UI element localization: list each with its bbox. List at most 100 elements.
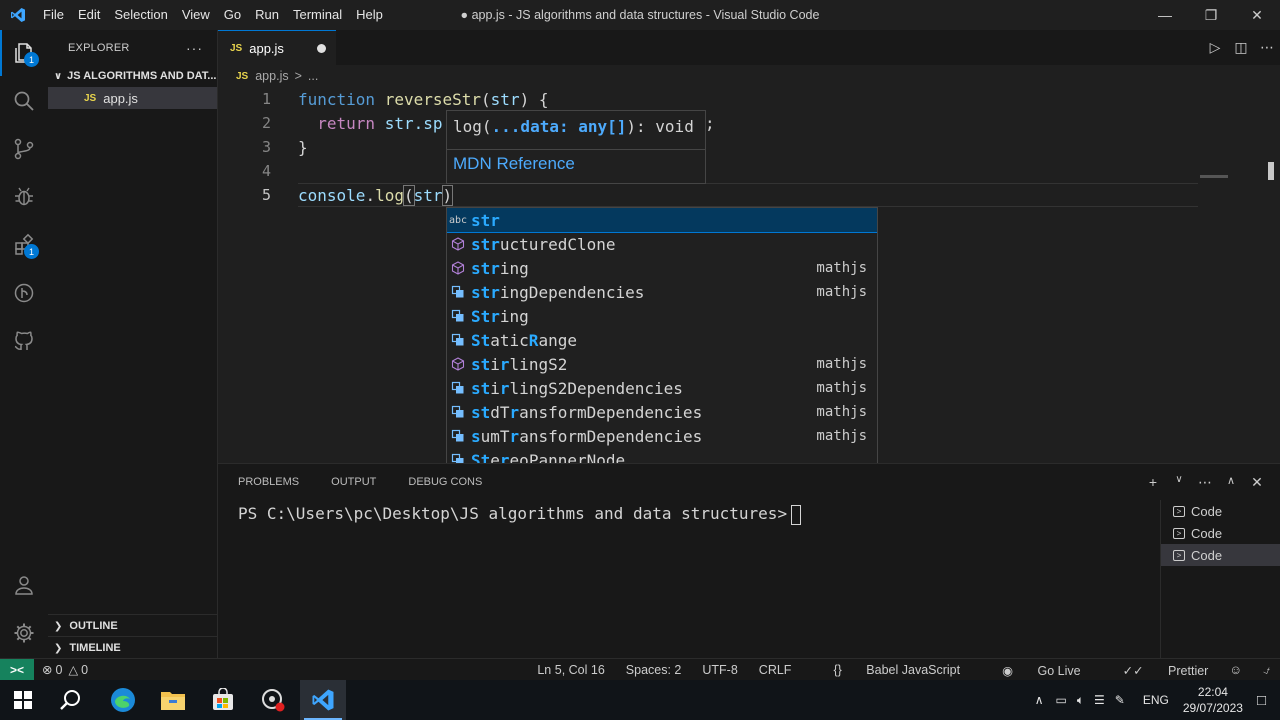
mdn-reference-link[interactable]: MDN Reference (453, 154, 575, 174)
split-editor-icon[interactable]: ◫ (1228, 39, 1254, 56)
panel-actions: + ∨ ⋯ ∧ ✕ (1140, 474, 1270, 491)
suggest-item[interactable]: string mathjs (447, 256, 877, 280)
explorer-icon[interactable]: 1 (0, 30, 48, 76)
breadcrumb-file[interactable]: app.js (255, 69, 288, 83)
chevron-down-icon[interactable]: ∨ (1166, 474, 1192, 491)
edge-browser-icon[interactable] (100, 680, 146, 720)
clock[interactable]: 22:04 29/07/2023 (1183, 684, 1243, 716)
prettier-label: Prettier (1168, 663, 1209, 678)
timeline-section[interactable]: ❯ TIMELINE (48, 636, 218, 659)
timeline-history-icon[interactable] (0, 270, 48, 316)
breadcrumb-more[interactable]: ... (308, 69, 318, 83)
recording-app-icon[interactable] (250, 680, 296, 720)
suggest-item[interactable]: stirlingS2Dependencies mathjs (447, 376, 877, 400)
microsoft-store-icon[interactable] (200, 680, 246, 720)
search-icon[interactable] (0, 78, 48, 124)
suggest-item[interactable]: abc str (447, 208, 877, 233)
language-mode[interactable]: {} Babel JavaScript (812, 663, 960, 677)
windows-start-icon[interactable] (0, 680, 46, 720)
terminal-item[interactable]: > Code (1161, 500, 1280, 522)
double-check-icon: ✓✓ (1122, 663, 1144, 678)
tab-output[interactable]: OUTPUT (331, 476, 376, 488)
maximize-panel-icon[interactable]: ∧ (1218, 474, 1244, 491)
suggest-item[interactable]: structuredClone (447, 232, 877, 256)
problems-status[interactable]: ⊗ 0 △ 0 (42, 662, 88, 678)
terminal-label: Code (1191, 525, 1223, 541)
terminal-output[interactable]: PS C:\Users\pc\Desktop\JS algorithms and… (238, 504, 802, 525)
tab-debug-console[interactable]: DEBUG CONS (408, 476, 482, 488)
restore-button[interactable]: ❐ (1188, 0, 1234, 30)
chevron-up-icon[interactable]: ∧ (1035, 693, 1044, 707)
explorer-sidebar: EXPLORER ··· ∨ JS ALGORITHMS AND DAT... … (48, 30, 218, 658)
argument: str (413, 185, 443, 205)
wifi-icon[interactable]: ☰ (1094, 693, 1105, 707)
file-app-js[interactable]: JS app.js (48, 87, 217, 109)
minimap[interactable] (1200, 175, 1228, 178)
github-icon[interactable] (0, 318, 48, 364)
pen-icon[interactable]: ✎ (1115, 693, 1125, 707)
menu-run[interactable]: Run (248, 0, 286, 30)
explorer-badge: 1 (24, 52, 39, 67)
menu-terminal[interactable]: Terminal (286, 0, 349, 30)
source-control-icon[interactable] (0, 126, 48, 172)
settings-gear-icon[interactable] (0, 610, 48, 656)
more-actions-icon[interactable]: ⋯ (1254, 39, 1280, 56)
accounts-icon[interactable] (0, 562, 48, 608)
prettier-status[interactable]: ✓✓ Prettier (1102, 663, 1209, 678)
close-panel-icon[interactable]: ✕ (1244, 474, 1270, 491)
divider (447, 149, 705, 150)
menu-file[interactable]: File (36, 0, 71, 30)
menu-view[interactable]: View (175, 0, 217, 30)
suggest-item[interactable]: stringDependencies mathjs (447, 280, 877, 304)
language-indicator[interactable]: ENG (1143, 693, 1169, 707)
run-debug-icon[interactable] (0, 174, 48, 220)
menu-edit[interactable]: Edit (71, 0, 107, 30)
battery-icon[interactable]: ▭ (1055, 693, 1066, 707)
module-cube-icon (447, 237, 469, 251)
editor-scrollbar[interactable] (1268, 162, 1274, 180)
go-live-button[interactable]: ◉ Go Live (981, 663, 1081, 678)
remote-indicator-icon[interactable]: >< (0, 658, 34, 681)
search-icon[interactable] (48, 680, 94, 720)
new-terminal-icon[interactable]: + (1140, 474, 1166, 491)
end-of-line[interactable]: CRLF (759, 663, 792, 677)
unsaved-dot-icon[interactable] (317, 44, 326, 53)
cursor-position[interactable]: Ln 5, Col 16 (537, 663, 604, 677)
suggest-item[interactable]: stirlingS2 mathjs (447, 352, 877, 376)
tab-problems[interactable]: PROBLEMS (238, 476, 299, 488)
close-window-button[interactable]: ✕ (1234, 0, 1280, 30)
suggest-label: str (471, 210, 500, 230)
line-number: 5 (261, 186, 271, 204)
folder-section[interactable]: ∨ JS ALGORITHMS AND DAT... (48, 65, 217, 87)
volume-icon[interactable]: 🔈︎ (1077, 693, 1084, 708)
menu-go[interactable]: Go (217, 0, 248, 30)
suggest-label: stirlingS2 (471, 354, 568, 374)
suggest-item[interactable]: sumTransformDependencies mathjs (447, 424, 877, 448)
more-actions-icon[interactable]: ⋯ (1192, 474, 1218, 491)
accounts-feedback-icon[interactable]: ☺ (1229, 663, 1242, 677)
go-live-label: Go Live (1037, 663, 1081, 678)
notification-center-icon[interactable]: □ (1257, 692, 1266, 709)
terminal-item[interactable]: > Code (1161, 544, 1280, 566)
run-play-icon[interactable]: ▷ (1202, 39, 1228, 56)
encoding[interactable]: UTF-8 (702, 663, 737, 677)
file-explorer-icon[interactable] (150, 680, 196, 720)
more-actions-button[interactable]: ··· (186, 40, 203, 56)
suggest-item[interactable]: StaticRange (447, 328, 877, 352)
menu-selection[interactable]: Selection (107, 0, 174, 30)
menu-help[interactable]: Help (349, 0, 390, 30)
variable-icon (447, 309, 469, 323)
suggest-item[interactable]: stdTransformDependencies mathjs (447, 400, 877, 424)
notifications-bell-icon[interactable]: ⍻ (1263, 663, 1270, 678)
extensions-icon[interactable]: 1 (0, 222, 48, 268)
indentation[interactable]: Spaces: 2 (626, 663, 682, 677)
minimize-button[interactable]: — (1142, 0, 1188, 30)
suggest-item[interactable]: String (447, 304, 877, 328)
outline-section[interactable]: ❯ OUTLINE (48, 614, 218, 637)
variable-icon (447, 405, 469, 419)
code-line-2: 2 return str.sp ; (218, 111, 1198, 135)
vscode-taskbar-icon[interactable] (300, 680, 346, 720)
bottom-panel: PROBLEMS OUTPUT DEBUG CONS + ∨ ⋯ ∧ ✕ PS … (218, 463, 1280, 659)
terminal-item[interactable]: > Code (1161, 522, 1280, 544)
tab-app-js[interactable]: JS app.js (218, 30, 336, 65)
